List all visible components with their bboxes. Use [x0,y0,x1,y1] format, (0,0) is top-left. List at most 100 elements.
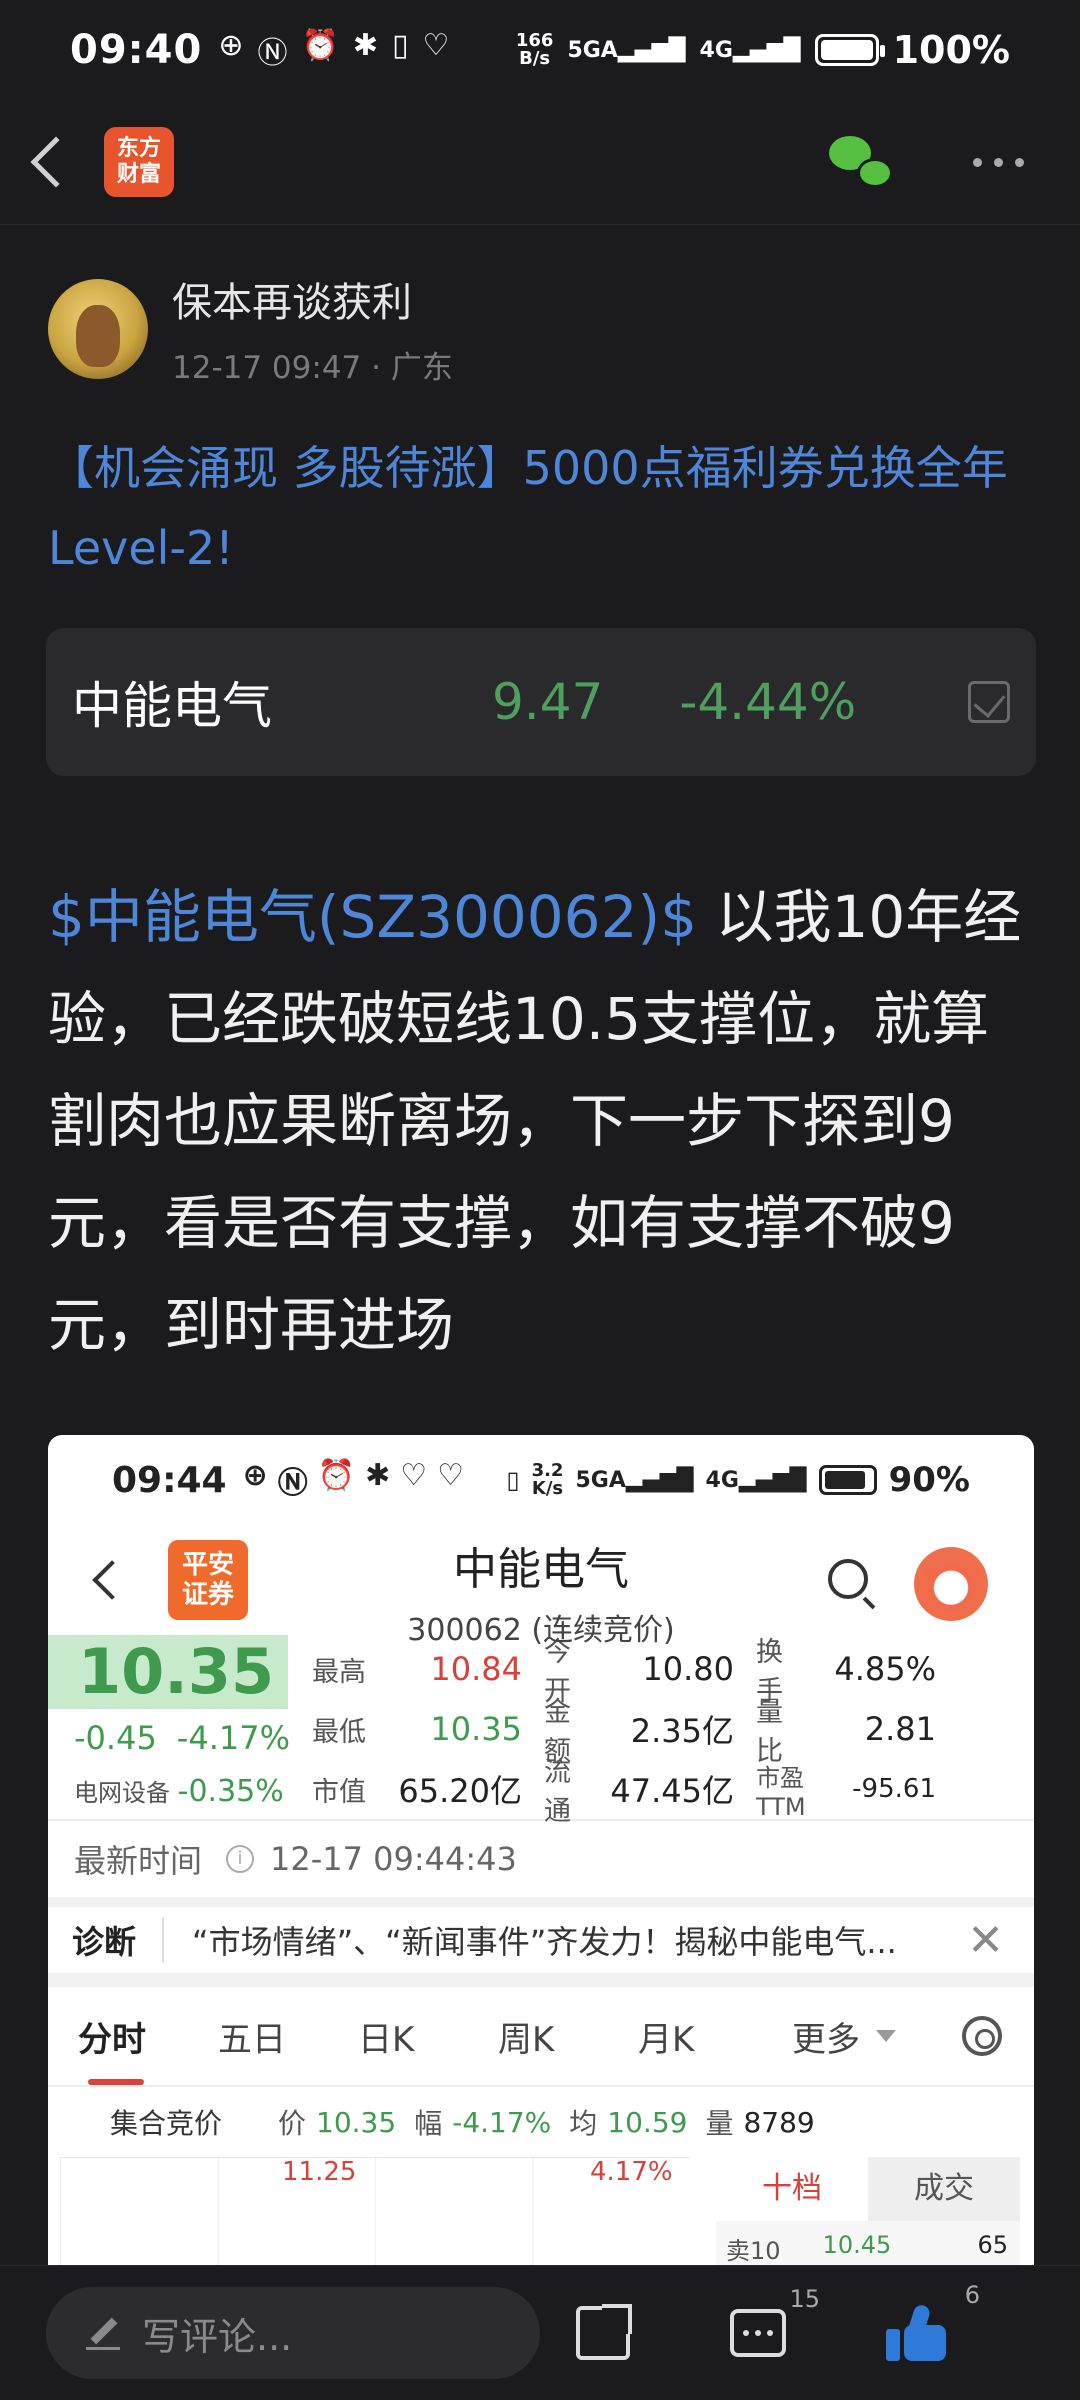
app-bar: 东方 财富 [0,100,1080,225]
quote-value: 10.80 [642,1650,734,1688]
app-logo: 东方 财富 [104,127,174,197]
image-status-bar: 09:44 ⊕ Ⓝ ⏰ ✱ ♡ ♡ ▯ 3.2 K/s 5GA▂▄▆█ 4G▂▄▆… [112,1458,970,1501]
diagnosis-label: 诊断 [72,1917,165,1963]
tab-five-day: 五日 [218,2019,286,2060]
bottom-bar: 写评论... 15 6 [0,2265,1080,2400]
add-watchlist-checkbox[interactable] [968,681,1010,723]
battery-icon [818,1465,877,1495]
heart-icon: ♡ [400,1458,428,1493]
quote-label: 最低 [312,1716,366,1748]
quote-value: 65.20亿 [398,1772,522,1810]
post-meta: 12-17 09:47 · 广东 [172,350,453,386]
stock-price: 9.47 [492,673,604,731]
stock-card[interactable]: 中能电气 9.47 -4.44% [46,628,1036,776]
status-icons: ⊕ Ⓝ ⏰ ✱ ▯ ♡ [218,28,449,72]
order-book-row: 卖10 10.45 65 [726,2231,1008,2265]
quote-grid: 最高 10.84 今开 10.80 换手 4.85% 最低 10.35 金额 2… [288,1635,1034,1827]
battery-percent: 90% [888,1460,970,1500]
quote-label: 流通 [544,1757,571,1827]
avatar[interactable] [48,278,148,379]
alarm-icon: ⏰ [317,1458,356,1493]
bluetooth-icon: ✱ [352,28,378,63]
tab-daily-k: 日K [358,2019,415,2060]
more-menu-icon[interactable] [973,157,1024,167]
update-time: 12-17 09:44:43 [270,1840,517,1878]
comments-button[interactable]: 15 [730,2285,820,2357]
network-speed: 166 B/s [515,30,554,69]
pencil-icon [86,2316,120,2350]
quote-value: 4.85% [834,1650,936,1688]
share-button[interactable] [576,2304,632,2360]
broker-logo: 平安 证券 [168,1540,248,1620]
quote-change: -0.45 [74,1719,157,1757]
thumbs-up-icon [886,2303,946,2361]
signal-4g-icon: 4G▂▄▆█ [705,1467,807,1493]
tab-monthly-k: 月K [638,2019,695,2060]
quote-panel: 10.35 -0.45 -4.17% 电网设备 -0.35% 最高 10.84 … [48,1635,1034,1827]
search-icon [828,1559,868,1599]
network-speed: 3.2 K/s [531,1460,564,1499]
sector-change: 电网设备 -0.35% [74,1774,284,1809]
wifi-calling-icon: ⊕ [218,28,244,63]
heart-icon: ♡ [422,28,450,63]
vibrate-icon: ▯ [391,28,409,63]
wifi-calling-icon: ⊕ [242,1458,268,1493]
chevron-down-icon [876,2030,896,2042]
quote-value: 10.84 [430,1650,522,1688]
diagnosis-banner: 诊断 “市场情绪”、“新闻事件”齐发力！揭秘中能电气... ✕ [48,1907,1034,1987]
status-bar: 09:40 ⊕ Ⓝ ⏰ ✱ ▯ ♡ 166 B/s 5GA▂▄▆█ 4G▂▄▆█… [0,0,1080,100]
chart-tabs: 分时 五日 日K 周K 月K 更多 [48,1987,1034,2087]
like-button[interactable]: 6 [886,2281,980,2361]
nfc-icon: Ⓝ [257,36,288,71]
image-header: 平安 证券 中能电气 300062 (连续竞价) [48,1525,1034,1648]
battery-percent: 100% [892,28,1010,72]
quote-label: 最高 [312,1656,366,1688]
tab-more: 更多 [792,2012,896,2061]
tab-trades: 成交 [868,2157,1020,2221]
chart-high-pct-label: 4.17% [590,2157,673,2187]
post-image[interactable]: 09:44 ⊕ Ⓝ ⏰ ✱ ♡ ♡ ▯ 3.2 K/s 5GA▂▄▆█ 4G▂▄▆… [48,1435,1034,2265]
vibrate-icon: ▯ [506,1466,520,1494]
tab-intraday: 分时 [78,2012,218,2085]
quote-value: 2.35亿 [630,1712,734,1750]
quote-change-pct: -4.17% [176,1719,290,1757]
mascot-icon [914,1547,988,1621]
quote-price: 10.35 [48,1635,288,1709]
battery-icon [814,34,885,66]
stock-name: 中能电气 [72,677,272,735]
comment-count: 15 [789,2285,820,2313]
post-body: $中能电气(SZ300062)$ 以我10年经验，已经跌破短线10.5支撑位，就… [48,866,1044,1376]
status-time: 09:40 [70,27,203,73]
order-book: 十档 成交 卖10 10.45 65 [716,2157,1020,2265]
signal-4g-icon: 4G▂▄▆█ [699,37,801,63]
gear-icon [962,2016,1002,2056]
signal-5ga-icon: 5GA▂▄▆█ [575,1467,694,1493]
author-name[interactable]: 保本再谈获利 [172,270,453,328]
quote-label: 市盈TTM [756,1763,806,1821]
alarm-icon: ⏰ [301,28,339,63]
chart-high-label: 11.25 [282,2157,357,2187]
tab-ten-levels: 十档 [716,2157,868,2221]
post-body-text: 以我10年经验，已经跌破短线10.5支撑位，就算割肉也应果断离场，下一步下探到9… [48,883,1022,1359]
comment-input[interactable]: 写评论... [46,2287,540,2379]
promo-link[interactable]: 【机会涌现 多股待涨】5000点福利券兑换全年Level-2! [48,428,1038,588]
quote-value: 10.35 [430,1710,522,1748]
update-time-row: 最新时间 i 12-17 09:44:43 [48,1821,1034,1907]
quote-label: 量比 [756,1697,783,1767]
bluetooth-icon: ✱ [365,1458,391,1493]
like-count: 6 [964,2281,980,2309]
stock-tag-link[interactable]: $中能电气(SZ300062)$ [48,883,697,951]
wechat-share-icon[interactable] [829,136,893,188]
intraday-chart: 11.25 4.17% 十档 成交 卖10 10.45 65 [48,2157,1034,2265]
comment-icon [730,2309,786,2357]
info-icon: i [226,1845,255,1873]
back-icon [92,1560,132,1600]
quote-label: 市值 [312,1776,366,1808]
heart-icon: ♡ [437,1458,465,1493]
signal-5ga-icon: 5GA▂▄▆█ [567,37,686,63]
close-icon: ✕ [967,1914,1004,1966]
nfc-icon: Ⓝ [277,1466,308,1501]
stock-change: -4.44% [679,673,857,731]
post-author[interactable]: 保本再谈获利 12-17 09:47 · 广东 [48,270,453,387]
back-button[interactable] [30,136,82,188]
